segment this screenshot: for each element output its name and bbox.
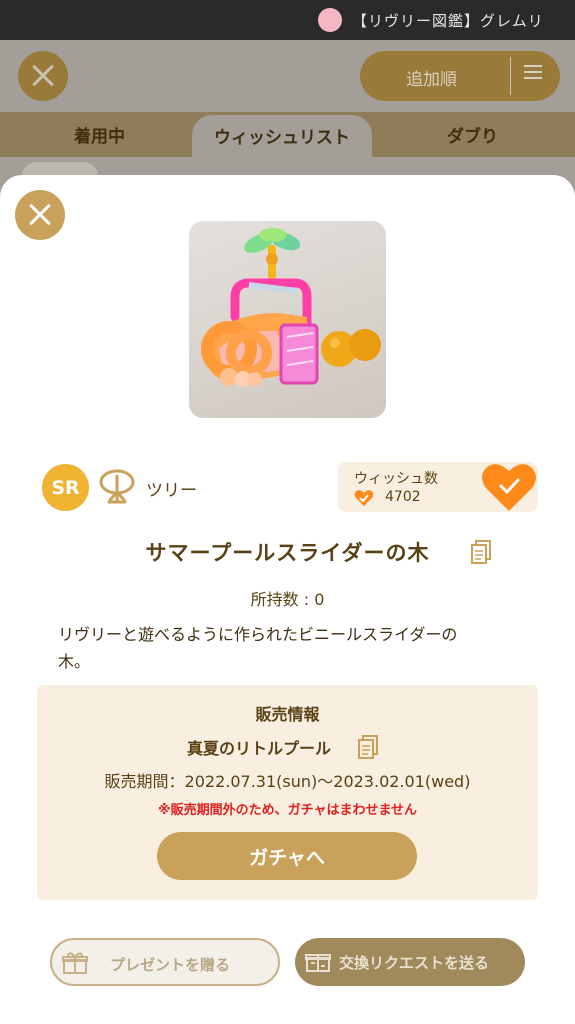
item-detail-modal: SR ツリー ウィッシュ数 4702 サマープールスライダーの木 所持数 : 0… bbox=[0, 175, 575, 1024]
status-bar-title: 【リヴリー図鑑】グレムリ bbox=[352, 12, 544, 30]
background-tab-wishlist: ウィッシュリスト bbox=[192, 115, 372, 157]
tree-category-icon bbox=[99, 469, 135, 504]
background-tab-duplicates: ダブり bbox=[447, 127, 498, 147]
close-button[interactable] bbox=[15, 190, 65, 240]
background-close-icon bbox=[18, 51, 68, 101]
go-to-gacha-button[interactable]: ガチャへ bbox=[157, 832, 417, 880]
owned-count: 所持数 : 0 bbox=[250, 590, 325, 609]
copy-name-icon[interactable] bbox=[471, 540, 491, 564]
background-sort-label: 追加順 bbox=[406, 70, 457, 90]
item-description: リヴリーと遊べるように作られたビニールスライダーの木。 bbox=[58, 625, 458, 671]
wish-heart-small-icon bbox=[354, 490, 374, 506]
pool-slider-tree-illustration bbox=[201, 228, 381, 387]
gacha-name: 真夏のリトルプール bbox=[187, 739, 332, 758]
sort-divider bbox=[510, 57, 511, 95]
sale-warning: ※販売期間外のため、ガチャはまわせません bbox=[157, 803, 418, 818]
gift-icon bbox=[62, 952, 88, 974]
sale-period: 販売期間：2022.07.31(sun)〜2023.02.01(wed) bbox=[104, 772, 471, 791]
item-image bbox=[189, 221, 386, 418]
background-tabs: 着用中 ウィッシュリスト ダブり bbox=[0, 112, 575, 157]
wish-count-value: 4702 bbox=[385, 489, 421, 505]
background-sort-button: 追加順 bbox=[360, 51, 560, 101]
trade-request-label: 交換リクエストを送る bbox=[339, 954, 490, 972]
rarity-badge: SR bbox=[42, 464, 89, 511]
sale-info-title: 販売情報 bbox=[255, 705, 320, 724]
send-present-label: プレゼントを贈る bbox=[110, 956, 231, 974]
wishlist-heart-button[interactable] bbox=[480, 459, 538, 513]
wish-count-label: ウィッシュ数 bbox=[354, 471, 438, 487]
category-label: ツリー bbox=[146, 481, 197, 501]
sale-info-panel: 販売情報 真夏のリトルプール 販売期間：2022.07.31(sun)〜2023… bbox=[37, 685, 538, 900]
copy-gacha-name-icon[interactable] bbox=[358, 735, 378, 759]
sort-icon bbox=[524, 65, 542, 85]
send-present-button[interactable]: プレゼントを贈る bbox=[50, 938, 280, 986]
background-tab-wearing: 着用中 bbox=[74, 127, 125, 147]
exchange-gift-icon bbox=[305, 954, 331, 972]
app-avatar-icon bbox=[318, 8, 342, 32]
trade-request-button[interactable]: 交換リクエストを送る bbox=[295, 938, 525, 986]
status-bar: 【リヴリー図鑑】グレムリ bbox=[0, 0, 575, 40]
